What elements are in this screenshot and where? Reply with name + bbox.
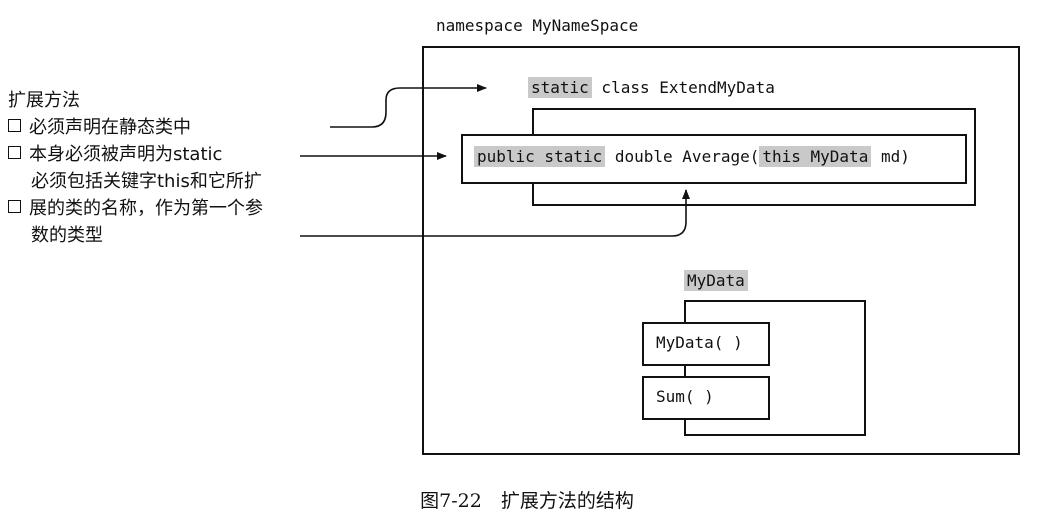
connector-arrows [300,84,690,237]
arrow-to-static-class [330,84,487,128]
figure-caption: 图7-22 扩展方法的结构 [420,490,634,512]
arrow-to-this-param [300,189,690,237]
